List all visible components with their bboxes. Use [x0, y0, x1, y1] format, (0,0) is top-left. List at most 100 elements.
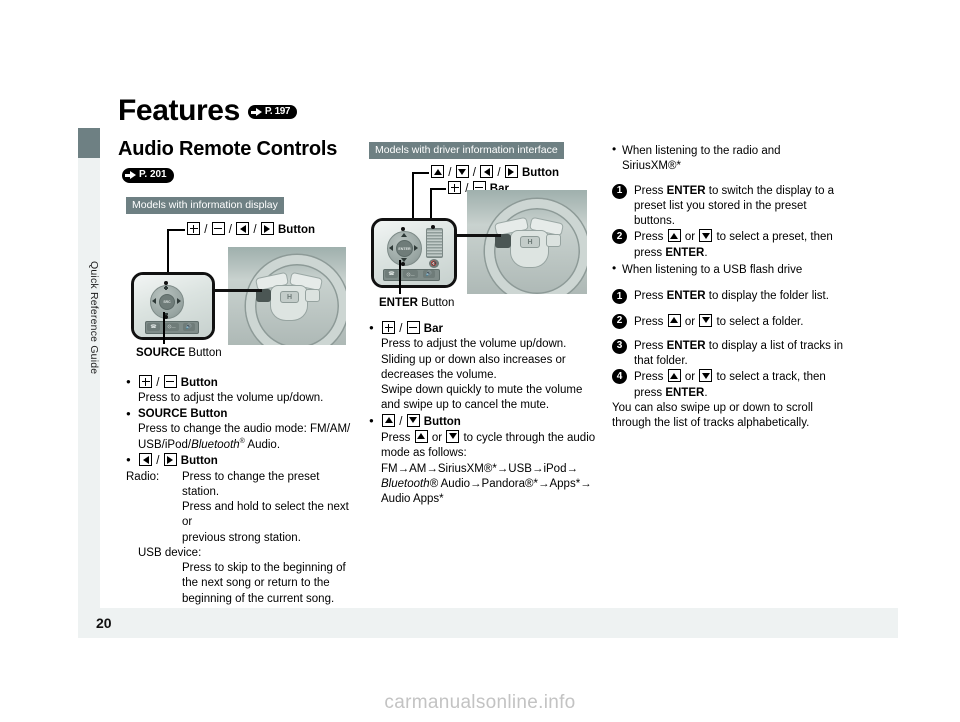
mode-line-2: mode as follows: — [381, 447, 467, 460]
left-column-body: / Button Press to adjust the volume up/d… — [126, 374, 358, 622]
down-arrow-key-icon — [699, 313, 713, 327]
left-callout-button-label: / / / Button — [186, 222, 315, 239]
right-arrow-key-icon — [504, 165, 518, 178]
minus-key-icon — [163, 375, 177, 388]
press-suffix: to cycle through the audio — [463, 431, 596, 444]
source-callout-rest: Button — [185, 347, 222, 359]
source-button-center[interactable]: SRC — [159, 294, 175, 310]
plus-key-icon — [139, 375, 152, 388]
enter-callout-bold: ENTER — [379, 297, 418, 309]
right-arrow-indicator — [414, 245, 418, 251]
step-item: 2 Press or to select a preset, then pres… — [612, 229, 852, 261]
press-prefix-2: press — [634, 386, 666, 399]
right-arrow-key-icon — [260, 222, 274, 235]
page-title: Features P. 197 — [118, 94, 298, 127]
minus-key-icon — [406, 321, 420, 334]
phone-icon[interactable]: ☎ — [147, 322, 160, 331]
page-ref-badge-197[interactable]: P. 197 — [247, 104, 298, 120]
step-text: Press ENTER to display a list of tracks … — [634, 340, 843, 352]
up-arrow-key-icon — [667, 313, 681, 327]
right-arrow-key-icon — [163, 453, 177, 467]
or-word: or — [684, 231, 696, 244]
talk-icon[interactable]: 🔊 — [183, 322, 195, 331]
page-title-text: Features — [118, 94, 240, 127]
talk-icon[interactable]: 🔊 — [423, 270, 435, 278]
volume-bar-strip[interactable] — [426, 228, 443, 258]
hang-up-icon[interactable]: ☹— — [403, 270, 418, 278]
radio-label: Radio: — [126, 470, 160, 483]
enter-bold: ENTER — [665, 246, 705, 259]
radio-line-1: Press to change the preset station. — [182, 470, 320, 498]
enter-bold: ENTER — [665, 386, 705, 399]
press-suffix: to select a preset, then — [716, 231, 833, 244]
press-prefix: Press — [634, 339, 667, 352]
mute-icon[interactable]: 🔇 — [429, 259, 439, 268]
phone-icon[interactable]: ☎ — [385, 270, 398, 278]
item-desc-line2: USB/iPod/Bluetooth® Audio. — [138, 438, 281, 451]
site-watermark: carmanualsonline.info — [384, 692, 576, 713]
page-number: 20 — [96, 615, 112, 631]
source-button-callout: SOURCE Button — [136, 345, 222, 362]
steering-wheel-photo-middle: H — [467, 190, 587, 294]
enter-bold: ENTER — [666, 290, 706, 303]
model-banner-driver-information-interface: Models with driver information interface — [369, 142, 564, 160]
up-arrow-key-icon — [414, 429, 428, 443]
up-arrow-key-icon — [382, 413, 395, 427]
step-number-badge: 1 — [612, 183, 627, 199]
page-ref-badge-201[interactable]: P. 201 — [122, 168, 174, 183]
left-arrow-key-icon — [139, 453, 152, 467]
up-arrow-key-icon — [431, 165, 444, 178]
item-label-bold: SOURCE — [138, 407, 188, 420]
page-ref-label: P. 201 — [139, 169, 167, 180]
step-item: 1 Press ENTER to switch the display to a… — [612, 183, 852, 230]
plus-key-icon — [382, 321, 395, 334]
step-line-2: preset list you stored in the preset — [634, 199, 807, 212]
detail-connector-line — [450, 234, 501, 237]
middle-column-body: / Bar Press to adjust the volume up/down… — [369, 320, 601, 507]
down-arrow-key-icon — [699, 369, 713, 383]
press-word: Press — [634, 231, 664, 244]
enter-button-callout: ENTER Button — [379, 295, 454, 312]
sidebar-chapter-label: Quick Reference Guide — [88, 261, 100, 375]
honda-logo-icon: H — [520, 236, 540, 248]
mode-press-line: Press or to cycle through the audio — [369, 429, 601, 446]
list-item-source: SOURCE Button — [126, 406, 358, 422]
leader-line-horizontal-2 — [430, 188, 446, 190]
manual-page: Quick Reference Guide Features P. 197 Aud… — [0, 0, 960, 722]
footer-band — [78, 608, 898, 638]
down-arrow-key-icon — [446, 429, 460, 443]
bullet-line-2: SiriusXM®* — [622, 160, 681, 173]
step-number-badge: 2 — [612, 229, 627, 245]
leader-line-source — [163, 312, 165, 344]
arrow-right-icon — [125, 171, 137, 180]
step-line-2: press ENTER. — [634, 387, 708, 399]
step-number-badge: 1 — [612, 289, 627, 305]
sidebar-tab-marker — [78, 128, 100, 158]
up-arrow-indicator — [400, 233, 407, 237]
or-word: or — [431, 431, 443, 444]
page-ref-label: P. 197 — [264, 105, 291, 117]
bar-line-3: decreases the volume. — [381, 368, 497, 381]
usb-label: USB device: — [138, 546, 202, 559]
hang-up-icon[interactable]: ☹— — [164, 322, 179, 331]
item-label: Button — [423, 415, 461, 428]
period: . — [704, 246, 708, 259]
step-item: 2 Press or to select a folder. — [612, 313, 852, 330]
list-item-seek: / Button — [126, 452, 358, 469]
usb-line-1: Press to skip to the beginning of — [182, 562, 346, 575]
plus-key-icon — [187, 222, 200, 235]
left-arrow-indicator — [389, 245, 393, 251]
enter-button-center[interactable]: ENTER — [396, 240, 413, 257]
step-press-line: Press or to select a track, then — [634, 369, 826, 383]
usb-line-3: beginning of the current song. — [182, 592, 335, 605]
plus-indicator-v — [165, 285, 167, 290]
press-prefix: Press — [634, 290, 667, 303]
callout-anchor-bottom — [164, 315, 168, 319]
bar-line-1: Press to adjust the volume up/down. — [381, 338, 567, 351]
list-item-mode-cycle: / Button — [369, 413, 601, 430]
step-item: 4 Press or to select a track, then press… — [612, 369, 852, 401]
left-arrow-indicator — [152, 298, 156, 304]
step-press-line: Press or to select a preset, then — [634, 229, 833, 244]
